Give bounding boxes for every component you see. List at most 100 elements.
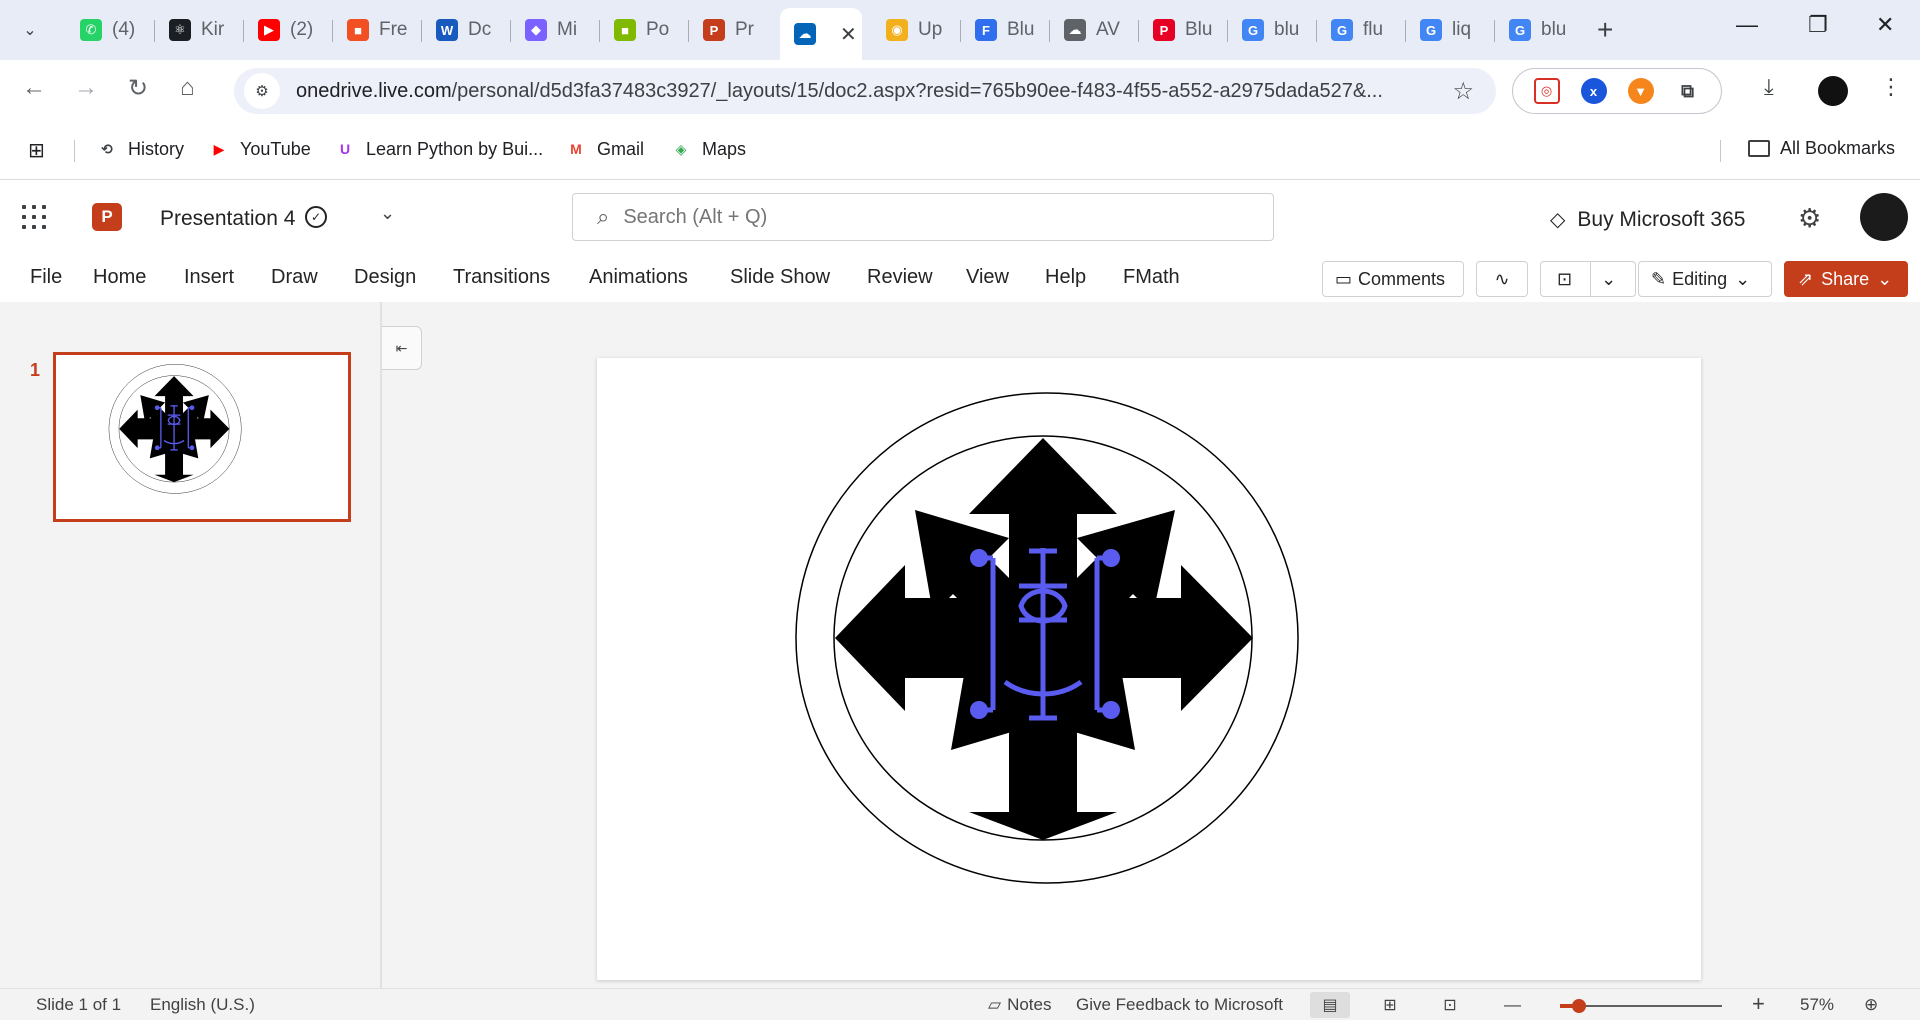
ribbon-tab-insert[interactable]: Insert — [184, 266, 234, 289]
comments-button[interactable]: ▭ Comments — [1322, 261, 1464, 297]
browser-tab[interactable]: ⚛ Kir — [155, 8, 245, 52]
home-button[interactable]: ⌂ — [180, 74, 195, 102]
profile-avatar[interactable] — [1818, 76, 1848, 106]
bookmark-item[interactable]: ▶ YouTube — [208, 138, 311, 160]
zoom-in-button[interactable]: + — [1752, 991, 1765, 1017]
browser-tab[interactable]: ◉ Up — [872, 8, 962, 52]
forward-button[interactable]: → — [74, 74, 98, 102]
microsoft-icon: ■ — [347, 19, 369, 41]
ribbon-tab-view[interactable]: View — [966, 266, 1009, 289]
browser-tab[interactable]: ◆ Mi — [511, 8, 601, 52]
chaos-star-symbol — [796, 393, 1298, 883]
bookmark-item[interactable]: U Learn Python by Bui... — [334, 138, 543, 160]
back-button[interactable]: ← — [22, 74, 46, 102]
close-tab-icon[interactable]: ✕ — [840, 22, 857, 47]
browser-tab[interactable]: ☁ AV — [1050, 8, 1140, 52]
browser-tab[interactable]: ☁ ✕ — [780, 8, 862, 60]
close-window-button[interactable]: ✕ — [1876, 12, 1894, 38]
search-input[interactable] — [623, 205, 1224, 229]
zoom-out-button[interactable]: — — [1504, 995, 1521, 1015]
address-bar[interactable]: ⚙ onedrive.live.com/personal/d5d3fa37483… — [234, 68, 1496, 114]
url-host: onedrive.live.com — [296, 79, 452, 102]
tab-title: blu — [1541, 19, 1567, 40]
metamask-fox-icon[interactable]: ▼ — [1627, 78, 1654, 104]
ribbon-tab-help[interactable]: Help — [1045, 266, 1086, 289]
ribbon-tab-transitions[interactable]: Transitions — [453, 266, 550, 289]
tab-title: Po — [646, 19, 670, 40]
bookmark-item[interactable]: ⟲ History — [96, 138, 184, 160]
browser-tab[interactable]: P Pr — [689, 8, 779, 52]
extension-x-icon[interactable]: x — [1580, 78, 1607, 104]
browser-tab[interactable]: Gblu — [1495, 8, 1585, 52]
reading-view-button[interactable]: ⊡ — [1430, 992, 1470, 1018]
share-button[interactable]: ⇗ Share ⌄ — [1784, 261, 1908, 297]
ribbon-tab-home[interactable]: Home — [93, 266, 146, 289]
app-launcher-icon[interactable] — [22, 205, 46, 229]
ribbon-tab-review[interactable]: Review — [867, 266, 933, 289]
settings-gear-icon[interactable]: ⚙ — [1798, 203, 1821, 234]
browser-tab[interactable]: ▶ (2) — [244, 8, 334, 52]
catch-up-button[interactable]: ∿ — [1476, 261, 1528, 297]
site-info-icon[interactable]: ⚙ — [244, 73, 280, 109]
browser-tab[interactable]: ■ Po — [600, 8, 690, 52]
extensions-puzzle-icon[interactable]: ⧉ — [1674, 78, 1701, 104]
browser-tab[interactable]: ✆ (4) — [66, 8, 156, 52]
browser-tab[interactable]: F Blu — [961, 8, 1051, 52]
onedrive-icon: ☁ — [794, 23, 816, 45]
search-box[interactable]: ⌕ — [572, 193, 1274, 241]
restore-button[interactable]: ❐ — [1808, 12, 1828, 38]
ribbon-tab-design[interactable]: Design — [354, 266, 416, 289]
apps-grid-icon[interactable]: ⊞ — [28, 138, 45, 163]
download-icon[interactable]: ⤓ — [1764, 74, 1774, 100]
browser-tab[interactable]: Gblu — [1228, 8, 1318, 52]
ribbon-tab-file[interactable]: File — [30, 266, 62, 289]
saved-check-icon[interactable]: ✓ — [305, 206, 327, 228]
browser-tab[interactable]: ■ Fre — [333, 8, 423, 52]
url-text[interactable]: onedrive.live.com/personal/d5d3fa37483c3… — [296, 80, 1436, 103]
new-tab-button[interactable]: + — [1597, 14, 1613, 46]
language-indicator[interactable]: English (U.S.) — [150, 995, 255, 1015]
zoom-level[interactable]: 57% — [1800, 995, 1834, 1015]
slide-sorter-button[interactable]: ⊞ — [1370, 992, 1410, 1018]
feedback-link[interactable]: Give Feedback to Microsoft — [1076, 995, 1283, 1015]
notes-button[interactable]: ▱ Notes — [988, 995, 1052, 1015]
normal-view-button[interactable]: ▤ — [1310, 992, 1350, 1018]
fit-to-window-icon[interactable]: ⊕ — [1864, 995, 1878, 1015]
document-title[interactable]: Presentation 4 — [160, 207, 295, 231]
google-icon: G — [1420, 19, 1442, 41]
copilot-icon: ◆ — [525, 19, 547, 41]
slide-canvas[interactable] — [597, 358, 1701, 980]
present-button[interactable]: ⊡ ⌄ — [1540, 261, 1636, 297]
bookmark-star-icon[interactable]: ☆ — [1452, 77, 1474, 106]
powerpoint-logo-icon[interactable]: P — [92, 203, 122, 231]
zoom-slider-thumb[interactable] — [1572, 999, 1587, 1013]
bookmark-label: Maps — [702, 138, 747, 159]
all-bookmarks-button[interactable]: All Bookmarks — [1748, 138, 1895, 159]
present-chevron-icon[interactable]: ⌄ — [1601, 269, 1616, 290]
browser-menu-icon[interactable]: ⋮ — [1880, 74, 1902, 100]
tab-title: AV — [1096, 19, 1120, 40]
bookmark-label: Gmail — [597, 138, 645, 159]
browser-tab[interactable]: Gflu — [1317, 8, 1407, 52]
ribbon-tab-fmath[interactable]: FMath — [1123, 266, 1180, 289]
document-menu-chevron-icon[interactable]: ⌄ — [380, 203, 395, 224]
bookmark-item[interactable]: M Gmail — [565, 138, 644, 160]
ribbon-tab-slide-show[interactable]: Slide Show — [730, 266, 830, 289]
collapse-pane-button[interactable]: ⇤ — [382, 326, 422, 370]
reload-button[interactable]: ↻ — [128, 74, 148, 103]
browser-tab[interactable]: P Blu — [1139, 8, 1229, 52]
slide-thumbnail[interactable] — [53, 352, 351, 522]
account-avatar[interactable] — [1860, 193, 1908, 241]
bookmark-item[interactable]: ◈ Maps — [670, 138, 746, 160]
browser-tab[interactable]: Gliq — [1406, 8, 1496, 52]
minimize-button[interactable]: — — [1736, 12, 1758, 38]
screen-capture-icon[interactable]: ◎ — [1533, 78, 1560, 104]
study-icon: ◉ — [886, 19, 908, 41]
buy-microsoft-365-button[interactable]: ◇ Buy Microsoft 365 — [1550, 207, 1745, 232]
ribbon-tab-draw[interactable]: Draw — [271, 266, 318, 289]
tab-search-button[interactable]: ⌄ — [10, 12, 50, 48]
browser-tab[interactable]: W Dc — [422, 8, 512, 52]
grid-view-icon: ⊞ — [1383, 997, 1397, 1014]
ribbon-tab-animations[interactable]: Animations — [589, 266, 688, 289]
editing-mode-button[interactable]: ✎ Editing ⌄ — [1638, 261, 1772, 297]
